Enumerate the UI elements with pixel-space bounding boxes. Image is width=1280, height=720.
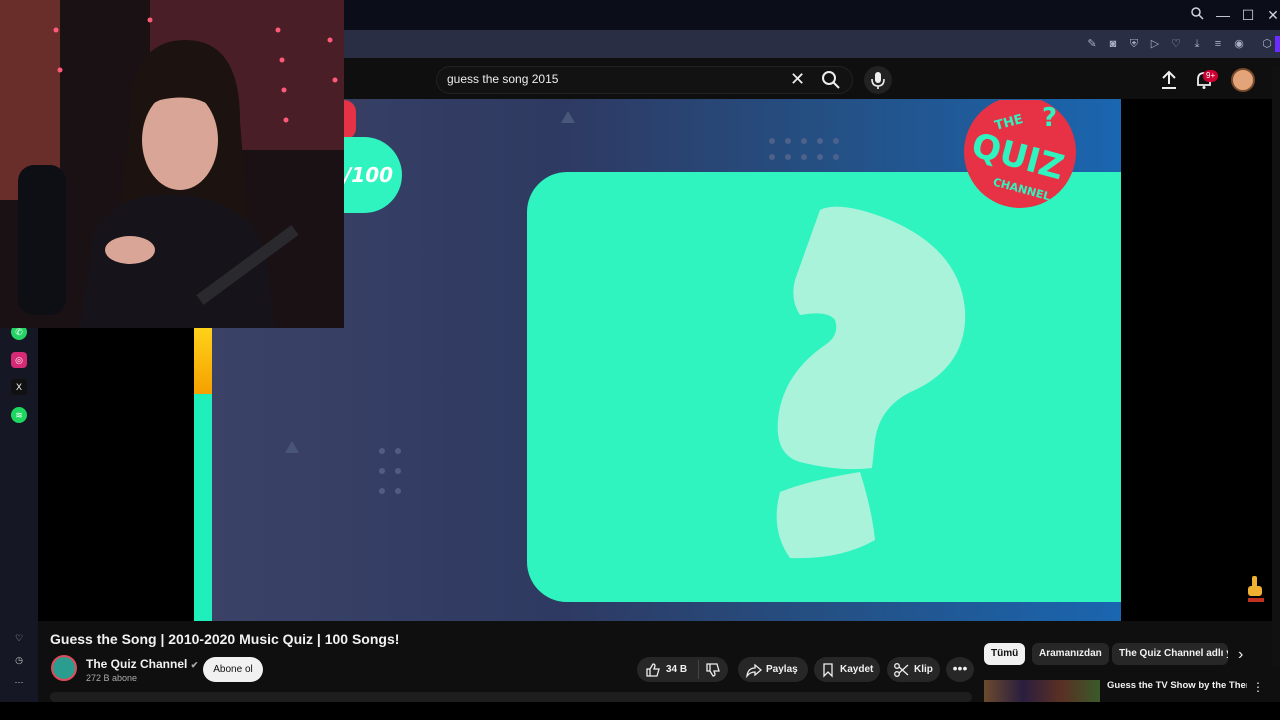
history-icon[interactable]: ◷ [11, 652, 27, 668]
kebab-menu-icon[interactable]: ⋮ [1252, 680, 1264, 694]
player-letterbox-left [38, 328, 194, 621]
share-label: Paylaş [766, 664, 798, 675]
question-mark-icon [776, 206, 966, 559]
quiz-channel-logo: THE QUIZ CHANNEL ? [964, 100, 1076, 208]
scissors-icon [894, 663, 909, 677]
svg-text:?: ? [1042, 103, 1057, 133]
pointing-hand-icon [1248, 576, 1264, 602]
profile-icon[interactable]: ◉ [1231, 36, 1247, 52]
save-label: Kaydet [840, 664, 874, 675]
instagram-icon[interactable]: ◎ [11, 352, 27, 368]
description-box[interactable] [50, 692, 972, 702]
minimize-icon[interactable]: — [1213, 5, 1233, 25]
share-icon [746, 663, 762, 678]
screen-bottom-edge [0, 702, 1280, 720]
subscriber-count: 272 B abone [86, 673, 138, 683]
channel-avatar[interactable] [51, 655, 77, 681]
maximize-icon[interactable]: ☐ [1238, 5, 1258, 25]
question-counter: /100 [344, 163, 394, 187]
bookmark-icon [823, 663, 833, 678]
chevron-right-icon[interactable]: › [1238, 646, 1256, 664]
download-icon[interactable]: ⤓ [1189, 36, 1205, 52]
search-icon[interactable] [821, 70, 841, 90]
clear-search-icon[interactable]: ✕ [790, 70, 806, 88]
close-icon[interactable]: ✕ [1263, 5, 1280, 25]
x-twitter-icon[interactable]: X [11, 379, 27, 395]
thumbs-up-icon [646, 663, 660, 677]
channel-name[interactable]: The Quiz Channel ✔ [86, 657, 198, 671]
microphone-icon[interactable] [864, 66, 892, 94]
share-button[interactable]: Paylaş [738, 657, 808, 682]
clip-button[interactable]: Klip [887, 657, 940, 682]
chip-all[interactable]: Tümü [984, 643, 1026, 665]
user-avatar[interactable] [1231, 68, 1255, 92]
heart-icon[interactable]: ♡ [11, 630, 27, 646]
more-actions-button[interactable]: ••• [946, 657, 974, 682]
search-query: guess the song 2015 [447, 72, 559, 86]
extension-indicator [1275, 36, 1280, 52]
channel-name-text: The Quiz Channel [86, 657, 188, 671]
clip-label: Klip [914, 664, 933, 675]
play-icon[interactable]: ▷ [1147, 36, 1163, 52]
progress-bar-yellow [194, 328, 212, 394]
player-letterbox-right [1121, 99, 1272, 621]
save-button[interactable]: Kaydet [814, 657, 880, 682]
extension-icon[interactable]: ⬡ [1259, 36, 1275, 52]
camera-icon[interactable]: ◙ [1105, 36, 1121, 52]
red-indicator [344, 100, 356, 140]
spotify-icon[interactable]: ≋ [11, 407, 27, 423]
chip-from-search[interactable]: Aramanızdan [1032, 643, 1109, 665]
streamer-webcam-image [0, 0, 344, 328]
thumbs-down-icon[interactable] [705, 662, 721, 678]
menu-icon[interactable]: ≡ [1210, 36, 1226, 52]
upload-icon[interactable] [1160, 70, 1178, 90]
like-count: 34 B [666, 664, 688, 675]
more-icon[interactable]: ⋯ [11, 674, 27, 690]
recommendation-title[interactable]: Guess the TV Show by the Theme Song | Gu… [1107, 680, 1247, 692]
recommendation-thumbnail[interactable] [984, 680, 1100, 702]
edit-icon[interactable]: ✎ [1084, 36, 1100, 52]
page-scrollbar[interactable] [1272, 66, 1280, 666]
shield-icon[interactable]: ⛨ [1126, 36, 1142, 52]
progress-bar-green [194, 394, 212, 621]
video-title: Guess the Song | 2010-2020 Music Quiz | … [50, 631, 400, 647]
verified-icon: ✔ [190, 660, 199, 670]
subscribe-button[interactable]: Abone ol [203, 657, 263, 682]
search-icon[interactable] [1187, 5, 1207, 25]
chip-channel[interactable]: The Quiz Channel adlı yü [1112, 643, 1228, 665]
notification-badge: 9+ [1203, 70, 1219, 82]
like-divider [698, 660, 699, 679]
heart-icon[interactable]: ♡ [1168, 36, 1184, 52]
webcam-overlay [0, 0, 344, 328]
